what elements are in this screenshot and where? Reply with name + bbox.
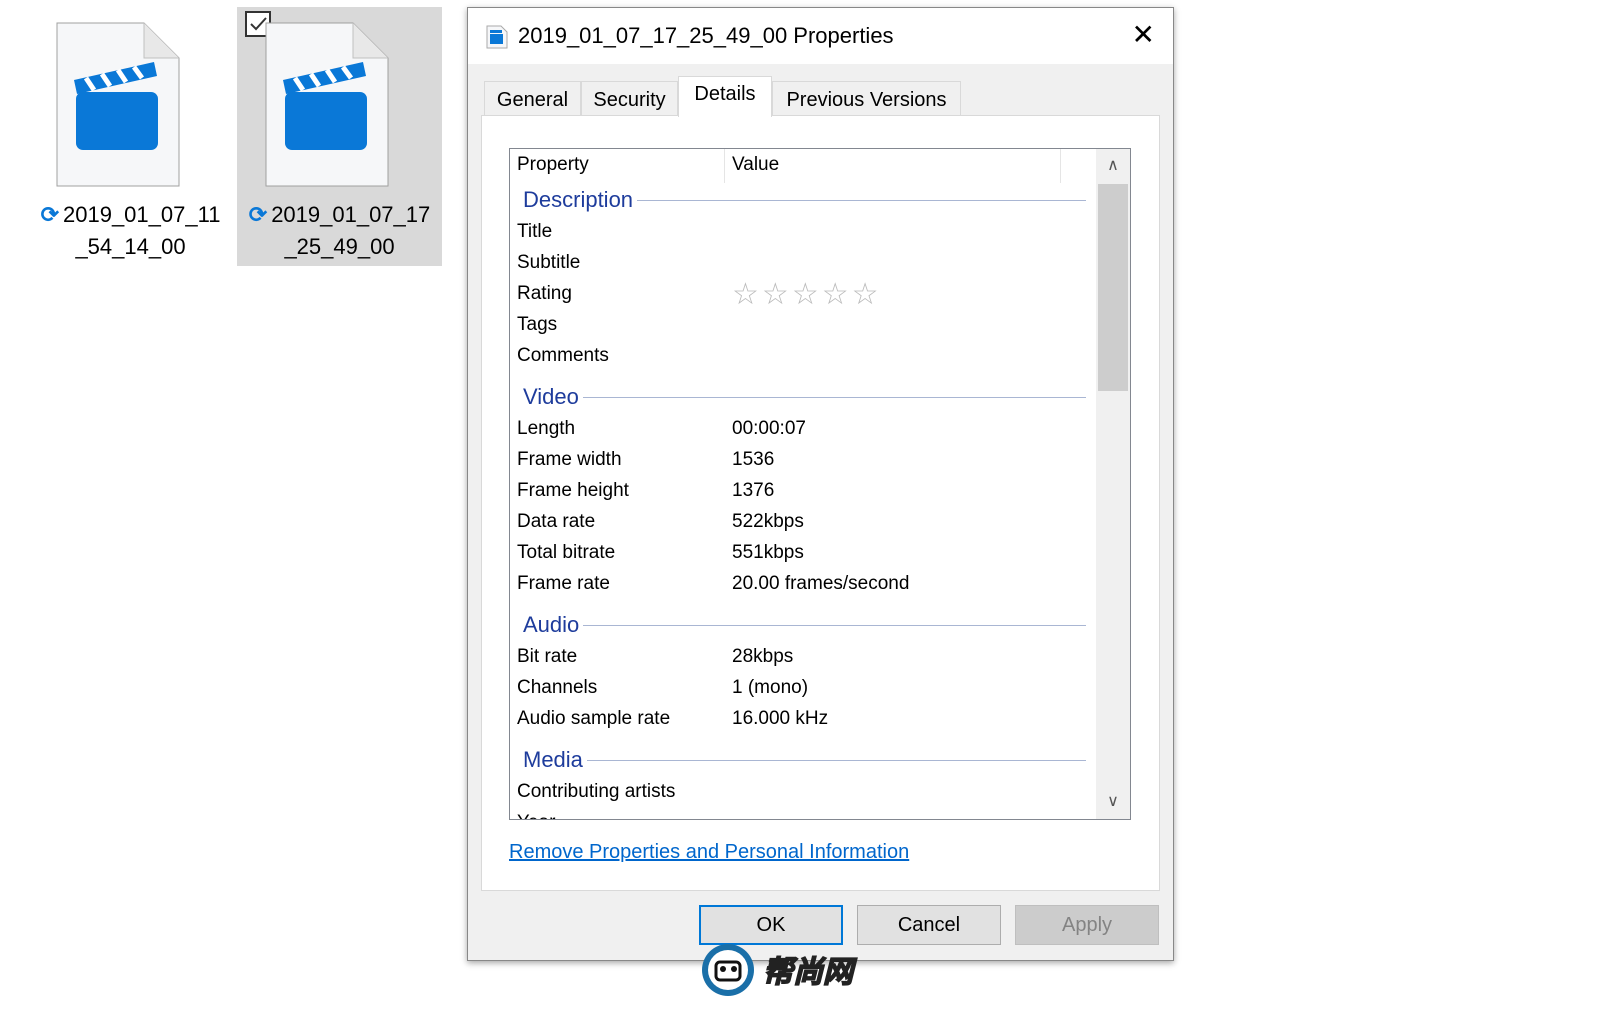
property-value: 522kbps <box>732 511 804 532</box>
property-value: 28kbps <box>732 646 794 667</box>
cancel-button[interactable]: Cancel <box>857 905 1001 945</box>
property-value: 20.00 frames/second <box>732 573 910 594</box>
apply-button[interactable]: Apply <box>1015 905 1159 945</box>
scroll-down-icon[interactable]: ∨ <box>1096 785 1130 819</box>
star-icon[interactable]: ☆ <box>852 278 882 311</box>
property-value: 1536 <box>732 449 775 470</box>
property-name: Audio sample rate <box>517 708 671 729</box>
property-name: Channels <box>517 677 598 698</box>
property-row[interactable]: Length 00:00:07 <box>510 415 1096 446</box>
property-name: Rating <box>517 283 572 304</box>
property-name: Subtitle <box>517 252 581 273</box>
remove-properties-link[interactable]: Remove Properties and Personal Informati… <box>509 841 909 864</box>
group-divider <box>523 760 1086 761</box>
property-name: Title <box>517 221 553 242</box>
property-row[interactable]: Frame width 1536 <box>510 446 1096 477</box>
svg-text:帮尚网: 帮尚网 <box>763 955 857 990</box>
dialog-title: 2019_01_07_17_25_49_00 Properties <box>518 23 894 48</box>
property-value: 00:00:07 <box>732 418 806 439</box>
column-header-property[interactable]: Property <box>517 154 589 176</box>
property-value: 1376 <box>732 480 775 501</box>
property-row[interactable]: Comments <box>510 342 1096 373</box>
scrollbar[interactable]: ∧ ∨ <box>1096 149 1130 819</box>
group-title: Video <box>523 384 583 410</box>
watermark-logo: 帮尚网 <box>702 944 858 996</box>
property-row[interactable]: Frame rate 20.00 frames/second <box>510 570 1096 601</box>
rating-stars[interactable]: ☆☆☆☆☆ <box>732 280 882 310</box>
property-value: 551kbps <box>732 542 804 563</box>
property-value: 1 (mono) <box>732 677 809 698</box>
property-row[interactable]: Frame height 1376 <box>510 477 1096 508</box>
tab-details[interactable]: Details <box>678 76 772 117</box>
scroll-up-icon[interactable]: ∧ <box>1096 149 1130 183</box>
details-panel: Property Value Description Title Subtitle R… <box>481 115 1160 891</box>
group-divider <box>523 625 1086 626</box>
property-rows: Description Title Subtitle Rating ☆☆☆☆☆ Tags C… <box>510 183 1096 819</box>
group-title: Media <box>523 747 587 773</box>
property-row[interactable]: Channels 1 (mono) <box>510 674 1096 705</box>
file-name: 2019_01_07_17 <box>271 202 431 227</box>
file-name-cont: _25_49_00 <box>284 234 395 259</box>
property-row[interactable]: Audio sample rate 16.000 kHz <box>510 705 1096 736</box>
property-row[interactable]: Data rate 522kbps <box>510 508 1096 539</box>
list-header: Property Value <box>510 149 1096 183</box>
property-value: 16.000 kHz <box>732 708 829 729</box>
property-row[interactable]: Contributing artists <box>510 778 1096 809</box>
property-row[interactable]: Tags <box>510 311 1096 342</box>
star-icon[interactable]: ☆ <box>792 278 822 311</box>
file-item[interactable]: ⟳ 2019_01_07_11 _54_14_00 <box>28 7 233 266</box>
property-name: Comments <box>517 345 609 366</box>
group-header: Video <box>510 380 1096 415</box>
sync-icon: ⟳ <box>40 202 59 227</box>
file-name-cont: _54_14_00 <box>75 234 186 259</box>
tab-general[interactable]: General <box>484 81 581 116</box>
tab-security[interactable]: Security <box>581 81 678 116</box>
file-item-selected[interactable]: ⟳ 2019_01_07_17 _25_49_00 <box>237 7 442 266</box>
close-button[interactable]: ✕ <box>1132 20 1155 50</box>
property-name: Length <box>517 418 576 439</box>
property-name: Bit rate <box>517 646 578 667</box>
ok-button[interactable]: OK <box>699 905 843 945</box>
sync-icon: ⟳ <box>248 202 268 227</box>
group-header: Audio <box>510 608 1096 643</box>
file-name: 2019_01_07_11 <box>63 202 221 227</box>
group-header: Media <box>510 743 1096 778</box>
star-icon[interactable]: ☆ <box>762 278 792 311</box>
property-row[interactable]: Year <box>510 809 1096 819</box>
group-title: Description <box>523 187 638 213</box>
star-icon[interactable]: ☆ <box>822 278 852 311</box>
property-name: Total bitrate <box>517 542 616 563</box>
property-row[interactable]: Title <box>510 218 1096 249</box>
column-header-value[interactable]: Value <box>732 154 779 176</box>
group-header: Description <box>510 183 1096 218</box>
property-name: Year <box>517 812 555 819</box>
properties-dialog: 2019_01_07_17_25_49_00 Properties ✕ Gene… <box>467 7 1174 961</box>
property-name: Frame rate <box>517 573 610 594</box>
property-name: Tags <box>517 314 558 335</box>
property-name: Data rate <box>517 511 596 532</box>
video-file-icon <box>265 22 389 187</box>
video-file-icon <box>486 25 508 49</box>
property-list[interactable]: Property Value Description Title Subtitle R… <box>509 148 1131 820</box>
property-row[interactable]: Total bitrate 551kbps <box>510 539 1096 570</box>
group-divider <box>523 397 1086 398</box>
property-row[interactable]: Rating ☆☆☆☆☆ <box>510 280 1096 311</box>
property-name: Frame height <box>517 480 629 501</box>
title-bar: 2019_01_07_17_25_49_00 Properties ✕ <box>468 8 1173 64</box>
property-name: Contributing artists <box>517 781 676 802</box>
video-file-icon <box>56 22 180 187</box>
scrollbar-thumb[interactable] <box>1098 184 1128 391</box>
property-row[interactable]: Subtitle <box>510 249 1096 280</box>
property-name: Frame width <box>517 449 622 470</box>
tab-previous-versions[interactable]: Previous Versions <box>772 81 961 116</box>
property-row[interactable]: Bit rate 28kbps <box>510 643 1096 674</box>
star-icon[interactable]: ☆ <box>732 278 762 311</box>
group-title: Audio <box>523 612 584 638</box>
